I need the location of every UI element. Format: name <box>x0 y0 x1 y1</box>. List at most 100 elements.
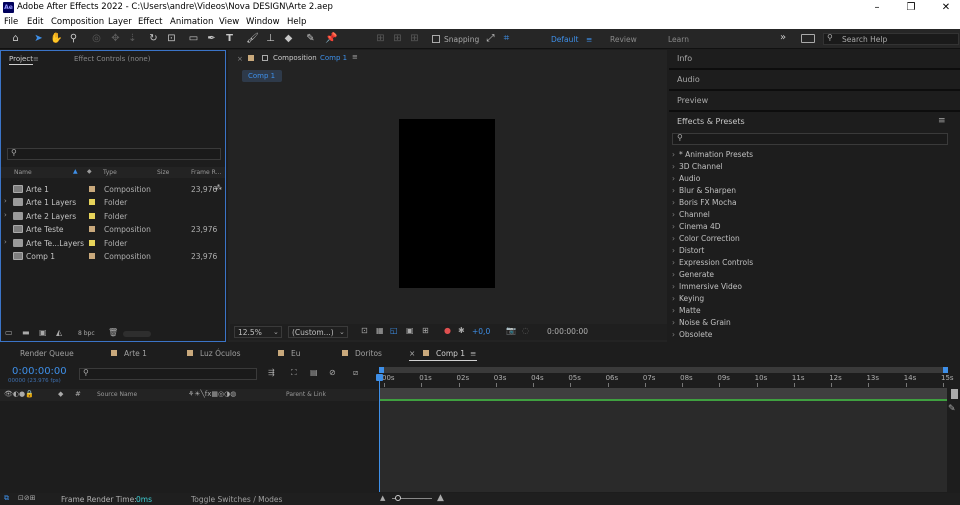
label-icon[interactable]: ◆ <box>58 390 63 398</box>
playhead-handle[interactable] <box>376 374 383 381</box>
project-item[interactable]: › Arte 2 Layers Folder <box>1 210 225 223</box>
search-help-field[interactable]: ⚲ Search Help <box>823 33 959 45</box>
effect-category[interactable]: › Cinema 4D <box>672 222 721 231</box>
pan-camera-icon[interactable]: ✥ <box>109 32 122 45</box>
orbit-camera-icon[interactable]: ◎ <box>90 32 103 45</box>
timeline-tab[interactable]: Luz Óculos <box>200 349 240 358</box>
snap-edges-icon[interactable]: ⤢ <box>484 32 497 45</box>
adjust-settings-icon[interactable]: ◭ <box>56 328 62 337</box>
column-type[interactable]: Type <box>103 169 117 176</box>
zoom-in-icon[interactable]: ▲ <box>437 493 444 503</box>
project-item[interactable]: Arte 1 Composition 23,976 ⁂ <box>1 183 225 196</box>
workspace-menu-icon[interactable]: ≡ <box>586 35 592 44</box>
draft-3d-icon[interactable]: ⛶ <box>291 368 297 378</box>
project-search-input[interactable]: ⚲ <box>7 148 221 160</box>
menu-effect[interactable]: Effect <box>138 17 162 27</box>
frame-blending-icon[interactable]: ⊘ <box>329 368 336 377</box>
effects-presets-title[interactable]: Effects & Presets <box>677 117 745 126</box>
composition-tab-label[interactable]: Composition <box>273 54 317 62</box>
preview-panel-title[interactable]: Preview <box>677 96 708 105</box>
new-composition-icon[interactable]: ▣ <box>39 328 47 337</box>
work-area-bar[interactable] <box>379 367 948 373</box>
bit-depth-label[interactable]: 8 bpc <box>78 330 95 337</box>
flowchart-icon[interactable]: ⁂ <box>215 184 222 192</box>
transparency-grid-icon[interactable]: ▦ <box>376 326 384 335</box>
zoom-out-icon[interactable]: ▲ <box>380 494 385 502</box>
work-area-start-handle[interactable] <box>379 367 384 373</box>
effect-category[interactable]: › Audio <box>672 174 700 183</box>
label-color-swatch[interactable] <box>89 239 95 246</box>
graph-editor-icon[interactable]: ⧄ <box>353 368 358 378</box>
effects-search-input[interactable]: ⚲ <box>672 133 948 145</box>
grid-guides-icon[interactable]: ⊞ <box>422 326 429 335</box>
label-color-swatch[interactable] <box>89 186 95 192</box>
effect-category[interactable]: › Keying <box>672 294 704 303</box>
tab-effect-controls[interactable]: Effect Controls (none) <box>74 55 150 63</box>
trash-icon[interactable]: 🗑 <box>108 328 118 337</box>
transfer-controls-icon[interactable]: ⊡⊘⊞ <box>18 494 36 502</box>
exposure-value[interactable]: +0,0 <box>472 327 490 336</box>
close-icon[interactable]: × <box>237 55 243 63</box>
label-color-swatch[interactable] <box>89 199 95 206</box>
timeline-tab[interactable]: Eu <box>291 349 301 358</box>
menu-composition[interactable]: Composition <box>51 17 104 27</box>
effect-category[interactable]: › Boris FX Mocha <box>672 198 737 207</box>
expand-chevron-icon[interactable]: › <box>4 238 7 246</box>
menu-help[interactable]: Help <box>287 17 306 27</box>
effect-category[interactable]: › Channel <box>672 210 710 219</box>
timeline-tab[interactable]: Doritos <box>355 349 382 358</box>
rotation-tool-icon[interactable]: ↻ <box>147 32 160 45</box>
minimize-icon[interactable]: – <box>870 1 884 14</box>
rectangle-tool-icon[interactable]: ▭ <box>187 32 200 45</box>
project-item[interactable]: › Arte 1 Layers Folder <box>1 196 225 209</box>
lock-icon[interactable] <box>262 55 268 61</box>
switches-icons[interactable]: ⚘☀╲fx▦◎◑◍ <box>188 390 236 398</box>
panel-menu-icon[interactable]: ≡ <box>938 116 946 126</box>
brush-tool-icon[interactable]: 🖌 <box>246 32 259 45</box>
column-size[interactable]: Size <box>157 169 169 176</box>
more-workspaces-icon[interactable]: » <box>780 32 786 43</box>
world-axis-icon[interactable]: ⊞ <box>391 32 404 45</box>
view-axis-icon[interactable]: ⊞ <box>408 32 421 45</box>
menu-edit[interactable]: Edit <box>27 17 43 27</box>
workspace-default[interactable]: Default <box>551 35 578 44</box>
puppet-pin-icon[interactable]: 📌 <box>325 32 338 45</box>
close-icon[interactable]: × <box>409 349 415 358</box>
expand-chevron-icon[interactable]: › <box>4 197 7 205</box>
type-tool-icon[interactable]: T <box>223 32 236 45</box>
timeline-track-area[interactable] <box>379 401 947 492</box>
menu-layer[interactable]: Layer <box>108 17 132 27</box>
label-color-swatch[interactable] <box>89 226 95 233</box>
effect-category[interactable]: › Generate <box>672 270 714 279</box>
zoom-dropdown[interactable]: 12.5% ⌄ <box>234 326 282 338</box>
mask-visibility-icon[interactable]: ◱ <box>390 326 398 335</box>
resolution-dropdown[interactable]: (Custom...) ⌄ <box>288 326 348 338</box>
snapping-checkbox[interactable] <box>432 35 440 43</box>
thumbnail-scroll[interactable] <box>123 331 151 337</box>
column-name[interactable]: Name <box>14 169 32 176</box>
composition-tab-comp[interactable]: Comp 1 <box>320 54 347 62</box>
home-icon[interactable]: ⌂ <box>9 32 22 45</box>
sort-asc-icon[interactable]: ▲ <box>73 168 78 175</box>
parent-link-header[interactable]: Parent & Link <box>286 391 326 398</box>
zoom-tool-icon[interactable]: ⚲ <box>67 32 80 45</box>
effect-category[interactable]: › Matte <box>672 306 701 315</box>
layer-number-icon[interactable]: # <box>75 390 81 398</box>
effect-category[interactable]: › Obsolete <box>672 330 712 339</box>
current-time-indicator[interactable] <box>379 376 380 492</box>
sync-settings-icon[interactable] <box>801 34 815 43</box>
selection-tool-icon[interactable]: ➤ <box>32 32 45 45</box>
timeline-zoom-knob[interactable] <box>395 495 401 501</box>
timeline-search-input[interactable]: ⚲ <box>79 368 257 380</box>
viewer-timecode[interactable]: 0:00:00:00 <box>547 327 588 336</box>
current-time-display[interactable]: 0:00:00:00 <box>12 366 67 377</box>
hide-shy-layers-icon[interactable]: ▤ <box>310 368 318 377</box>
layer-switches-icon[interactable]: ⧉ <box>4 494 9 503</box>
comp-button-icon[interactable]: ✎ <box>948 404 956 414</box>
eraser-tool-icon[interactable]: ◆ <box>282 32 295 45</box>
column-frame-rate[interactable]: Frame R... <box>191 169 221 176</box>
fast-previews-icon[interactable]: ⊡ <box>361 326 368 335</box>
tab-project[interactable]: Project <box>9 55 33 65</box>
new-folder-icon[interactable]: ▬ <box>22 328 30 337</box>
timeline-tab[interactable]: Render Queue <box>20 349 74 358</box>
